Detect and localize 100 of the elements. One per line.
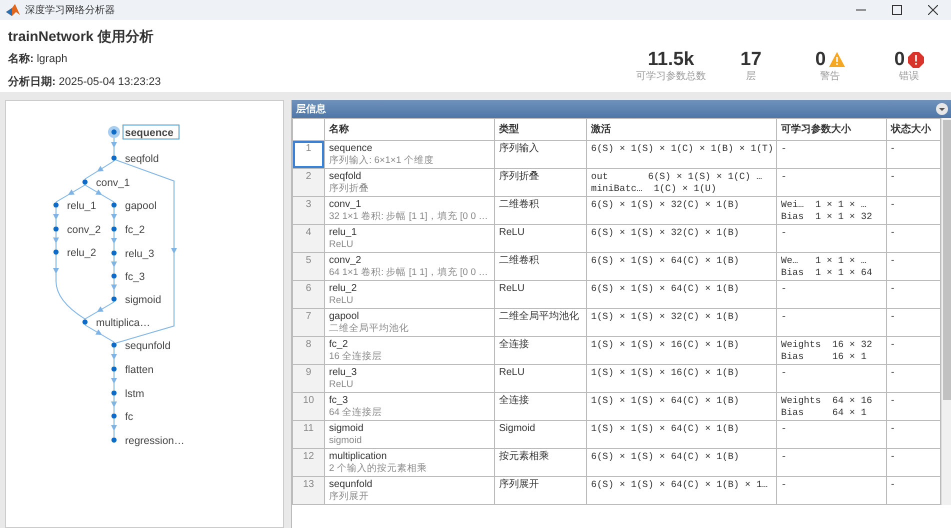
- row-number[interactable]: 1: [292, 140, 324, 168]
- layer-node[interactable]: [111, 155, 117, 161]
- layer-name: gapool: [329, 311, 360, 322]
- layer-description: ReLU: [329, 379, 354, 391]
- activation-size: 6(S) × 1(S) × 64(C) × 1(B): [591, 255, 740, 267]
- stat-value: 11.5k: [648, 50, 694, 69]
- layer-node[interactable]: [111, 129, 117, 135]
- column-header: 激活: [586, 118, 776, 140]
- connector-arrow: [56, 184, 86, 202]
- layer-node[interactable]: [82, 179, 88, 185]
- activation-size: 6(S) × 1(S) × 64(C) × 1(B): [591, 451, 740, 463]
- activation-size: out 6(S) × 1(S) × 1(C) …: [591, 171, 764, 183]
- learnable-size: -: [781, 367, 788, 379]
- connector-arrow: [111, 348, 117, 366]
- layer-label[interactable]: multiplica…: [96, 317, 150, 329]
- table-cell: 序列折叠: [494, 168, 586, 196]
- layer-description: 序列输入: 6×1×1 个维度: [329, 155, 435, 167]
- layer-label[interactable]: sigmoid: [125, 294, 162, 306]
- layer-label[interactable]: lstm: [125, 388, 144, 400]
- layer-node[interactable]: [111, 250, 117, 256]
- table-cell: 全连接: [494, 392, 586, 420]
- activation-size: 6(S) × 1(S) × 32(C) × 1(B): [591, 199, 740, 211]
- layer-label[interactable]: flatten: [125, 364, 154, 376]
- layer-label[interactable]: conv_2: [67, 224, 101, 236]
- table-cell: 序列输入: [494, 140, 586, 168]
- layer-node[interactable]: [111, 296, 117, 302]
- layer-node[interactable]: [111, 273, 117, 279]
- learnable-size: -: [781, 451, 788, 463]
- learnable-size: -: [781, 227, 788, 239]
- activation-size: 1(S) × 1(S) × 64(C) × 1(B): [591, 423, 740, 435]
- layer-name: relu_1: [329, 227, 357, 238]
- stat-value: 17: [740, 50, 762, 69]
- learnable-size: Bias 1 × 1 × 32: [781, 211, 874, 223]
- scrollbar[interactable]: [941, 118, 951, 505]
- layer-name: relu_3: [329, 367, 357, 378]
- layer-label[interactable]: sequnfold: [125, 340, 171, 352]
- table-cell: 按元素相乘: [494, 448, 586, 476]
- column-header: 类型: [494, 118, 586, 140]
- collapse-icon[interactable]: [936, 103, 948, 115]
- layer-node[interactable]: [82, 319, 88, 325]
- layer-label[interactable]: relu_2: [67, 247, 96, 259]
- connector-arrow: [111, 396, 117, 414]
- layer-node[interactable]: [111, 342, 117, 348]
- activation-size: miniBatc… 1(C) × 1(U): [591, 183, 718, 195]
- warning-icon: [828, 52, 845, 67]
- layer-label[interactable]: relu_3: [125, 248, 154, 260]
- learnable-size: Bias 16 × 1: [781, 351, 868, 363]
- stat-value: 0: [894, 50, 905, 69]
- scroll-thumb[interactable]: [943, 120, 951, 400]
- activation-size: 6(S) × 1(S) × 1(C) × 1(B) × 1(T): [591, 143, 772, 155]
- layer-description: 64 全连接层: [329, 407, 384, 419]
- learnable-size: Weights 16 × 32: [781, 339, 874, 351]
- learnable-size: -: [781, 171, 788, 183]
- layer-node[interactable]: [53, 226, 59, 232]
- layer-name: sequence: [329, 143, 372, 154]
- layer-node[interactable]: [111, 437, 117, 443]
- network-name: lgraph: [36, 53, 68, 65]
- layer-node[interactable]: [111, 413, 117, 419]
- learnable-size: Bias 64 × 1: [781, 407, 868, 419]
- connector-arrow: [111, 418, 117, 438]
- learnable-size: Weights 64 × 16: [781, 395, 874, 407]
- layer-label[interactable]: conv_1: [96, 177, 130, 189]
- layer-node[interactable]: [53, 202, 59, 208]
- layer-label[interactable]: regression…: [125, 435, 185, 447]
- layer-description: 序列折叠: [329, 183, 370, 195]
- layer-label[interactable]: gapool: [125, 200, 157, 212]
- layer-name: fc_3: [329, 395, 348, 406]
- layer-name: seqfold: [329, 171, 362, 182]
- table-cell: ReLU: [494, 364, 586, 392]
- layer-name: conv_1: [329, 199, 362, 210]
- layer-label[interactable]: seqfold: [125, 153, 159, 165]
- layer-node[interactable]: [111, 226, 117, 232]
- layer-node[interactable]: [111, 366, 117, 372]
- learnable-size: Bias 1 × 1 × 64: [781, 267, 874, 279]
- layer-label[interactable]: fc_3: [125, 271, 145, 283]
- network-name-label: 名称:: [8, 53, 34, 65]
- window-title: 深度学习网络分析器: [25, 4, 115, 18]
- layer-label[interactable]: fc: [125, 411, 134, 423]
- table-cell: ReLU: [494, 224, 586, 252]
- layer-name: conv_2: [329, 255, 362, 266]
- table-cell: 序列展开: [494, 476, 586, 504]
- layer-node[interactable]: [111, 390, 117, 396]
- app-logo-icon: [6, 4, 20, 16]
- layer-node[interactable]: [53, 249, 59, 255]
- error-icon: [908, 52, 924, 68]
- layer-node[interactable]: [111, 202, 117, 208]
- layer-label[interactable]: relu_1: [67, 200, 96, 212]
- layer-label[interactable]: sequence: [125, 127, 174, 139]
- activation-size: 1(S) × 1(S) × 16(C) × 1(B): [591, 339, 740, 351]
- analysis-date-label: 分析日期:: [8, 76, 56, 88]
- column-header: 名称: [324, 118, 494, 140]
- layer-label[interactable]: fc_2: [125, 224, 145, 236]
- connector-arrow: [53, 232, 59, 250]
- close-icon: [928, 5, 938, 15]
- layer-description: 二维全局平均池化: [329, 323, 410, 335]
- table-cell: ReLU: [494, 280, 586, 308]
- layer-description: 64 1×1 卷积: 步幅 [1 1]，填充 [0 0 …: [329, 267, 489, 279]
- layer-name: sequnfold: [329, 479, 372, 490]
- column-header: 状态大小: [886, 118, 940, 140]
- activation-size: 1(S) × 1(S) × 16(C) × 1(B): [591, 367, 740, 379]
